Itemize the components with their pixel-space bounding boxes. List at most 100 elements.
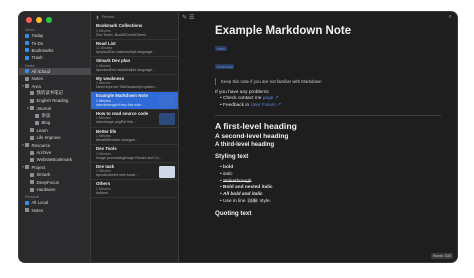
note-thumbnail	[159, 95, 175, 108]
pinned-label: Pinned	[102, 15, 114, 19]
heading-level-3: A third-level heading	[215, 142, 275, 149]
note-preview: Dev Tools\ -BookBCombOthers	[96, 32, 146, 37]
feedback-item: • Feedback in User Forum ↗	[220, 103, 282, 109]
sidebar-item-label: Life Improve	[36, 135, 61, 141]
sidebar-item[interactable]: 我的读书笔记	[19, 90, 91, 97]
tag-dev[interactable]: #dev	[215, 46, 227, 51]
sidebar-item[interactable]: ▾ Area	[19, 82, 91, 89]
folder-icon	[30, 135, 34, 140]
note-content[interactable]: Example Markdown Note #dev #notesgh Keep…	[215, 25, 441, 217]
note-preview: #others	[96, 190, 108, 195]
word-count: Words: 530	[430, 253, 453, 259]
note-list-item[interactable]: Simark Dev plan 1 Minutes #productDev task…	[91, 57, 178, 75]
list-icon[interactable]: ☰	[189, 14, 194, 21]
note-list-item[interactable]: Read List 11 Minutes #pr(ductDev task/mult…	[91, 40, 178, 58]
folder-icon	[25, 84, 29, 89]
note-list-item[interactable]: Dev task 1 Minutes #productneed new functi…	[91, 163, 178, 181]
note-title: Bookmark Collections	[96, 23, 143, 28]
sidebar-item[interactable]: Hardware	[19, 186, 91, 193]
folder-icon	[35, 120, 39, 125]
note-title: Example Markdown Note	[96, 93, 148, 99]
note-thumbnail	[159, 112, 175, 125]
folder-icon	[30, 91, 34, 96]
note-list-item[interactable]: Dev Tools 1 Minutes Image processingImage …	[91, 145, 178, 163]
note-preview: #pr(ductDev task/multiple language…	[96, 50, 156, 55]
sidebar-item-label: Notes	[31, 207, 43, 213]
contact-prefix: Check contact me	[223, 96, 262, 101]
notes-list-header: Pinned	[91, 12, 178, 22]
sidebar-list: Views Today To-Do Bookmarks Trash Notes All iC…	[19, 26, 91, 214]
close-window-button[interactable]	[26, 17, 32, 23]
sidebar-item[interactable]: ▾ Resource	[19, 141, 91, 148]
sidebar-item[interactable]: ▾ Project	[19, 164, 91, 171]
folder-icon	[25, 76, 29, 81]
pin-icon	[96, 15, 99, 19]
sidebar-item-label: Journal	[36, 105, 51, 111]
sidebar-item[interactable]: 杂谈	[19, 112, 91, 119]
note-thumbnail	[159, 165, 175, 178]
contact-item: • Check contact me page ↗	[220, 96, 279, 101]
styles-list: • bold • italic • Strikethrough • Bold a…	[215, 165, 441, 206]
sidebar-item[interactable]: Learn	[19, 127, 91, 134]
sidebar-item[interactable]: Notes	[19, 75, 91, 82]
folder-icon	[30, 106, 34, 111]
note-list-item[interactable]: Example Markdown Note 1 Minutes #devNotesg…	[91, 92, 178, 110]
list-item: • All bold and italic	[220, 191, 263, 197]
note-preview: #devImage pngRef link…	[96, 120, 137, 125]
zoom-window-button[interactable]	[46, 17, 52, 23]
sidebar-item-label: Area	[31, 83, 41, 89]
contact-link[interactable]: page	[263, 96, 274, 101]
sidebar-item[interactable]: WebsiteBookmark	[19, 156, 91, 163]
note-list-item[interactable]: Better life 1 Minutes #healthRoutine chang…	[91, 128, 178, 146]
note-list-item[interactable]: Bookmark Collections 3 Minutes Dev Tools\ …	[91, 22, 178, 40]
sidebar-item[interactable]: English Reading	[19, 97, 91, 104]
sidebar-item-label: Bookmarks	[31, 47, 54, 53]
sidebar-item[interactable]: DeepFocus	[19, 178, 91, 185]
folder-icon	[35, 113, 39, 118]
sidebar-item-label: Simark	[36, 172, 51, 178]
checkbox-icon	[25, 41, 29, 46]
sidebar-item[interactable]: To-Do	[19, 39, 91, 46]
feedback-link[interactable]: User Forum	[251, 103, 276, 108]
cloud-icon	[25, 69, 29, 74]
sidebar-item-label: Resource	[31, 142, 51, 148]
note-list-item[interactable]: Others 1 Minutes #others	[91, 180, 178, 198]
note-title: Simark Dev plan	[96, 58, 131, 64]
search-icon[interactable]: ⌕	[449, 14, 452, 21]
device-icon	[25, 200, 29, 205]
sidebar-item[interactable]: Archive	[19, 149, 91, 156]
sidebar-item[interactable]: All Local	[19, 199, 91, 206]
sidebar: Views Today To-Do Bookmarks Trash Notes All iC…	[19, 12, 91, 262]
compose-icon[interactable]: ✎	[182, 14, 187, 21]
external-link-icon: ↗	[274, 96, 279, 101]
folder-icon	[30, 172, 34, 177]
notes-list: Bookmark Collections 3 Minutes Dev Tools\ …	[91, 22, 178, 198]
app-window: Views Today To-Do Bookmarks Trash Notes All iC…	[18, 11, 458, 263]
note-title: My weakness	[96, 75, 125, 81]
note-preview: #productneed new functi…	[96, 173, 139, 178]
sidebar-item[interactable]: ▾ Journal	[19, 105, 91, 112]
quoting-heading: Quoting text	[215, 209, 252, 217]
sidebar-item-label: Blog	[41, 120, 51, 126]
sidebar-item[interactable]: Trash	[19, 54, 91, 61]
sidebar-item[interactable]: Blog	[19, 119, 91, 126]
note-preview: Need improve SkillJavascript system…	[96, 85, 159, 90]
inline-code: code	[246, 198, 259, 204]
sidebar-item[interactable]: Notes	[19, 207, 91, 214]
note-title: Others	[96, 181, 111, 187]
note-list-item[interactable]: How to read source code 1 Minutes #devImag…	[91, 110, 178, 128]
window-controls	[26, 17, 52, 23]
sidebar-item-label: Learn	[36, 127, 48, 133]
note-list-item[interactable]: My weakness 1 Minutes Need improve SkillJa…	[91, 75, 178, 93]
note-title: Dev task	[96, 163, 115, 169]
sidebar-item[interactable]: Bookmarks	[19, 47, 91, 54]
tag-notesgh[interactable]: #notesgh	[215, 64, 235, 69]
divider	[215, 115, 441, 117]
folder-icon	[30, 128, 34, 133]
sidebar-item[interactable]: All iCloud	[19, 67, 91, 75]
note-title: Read List	[96, 40, 116, 46]
minimize-window-button[interactable]	[36, 17, 42, 23]
sidebar-item[interactable]: Today	[19, 32, 91, 39]
sidebar-item[interactable]: Life Improve	[19, 134, 91, 141]
sidebar-item[interactable]: Simark	[19, 171, 91, 178]
